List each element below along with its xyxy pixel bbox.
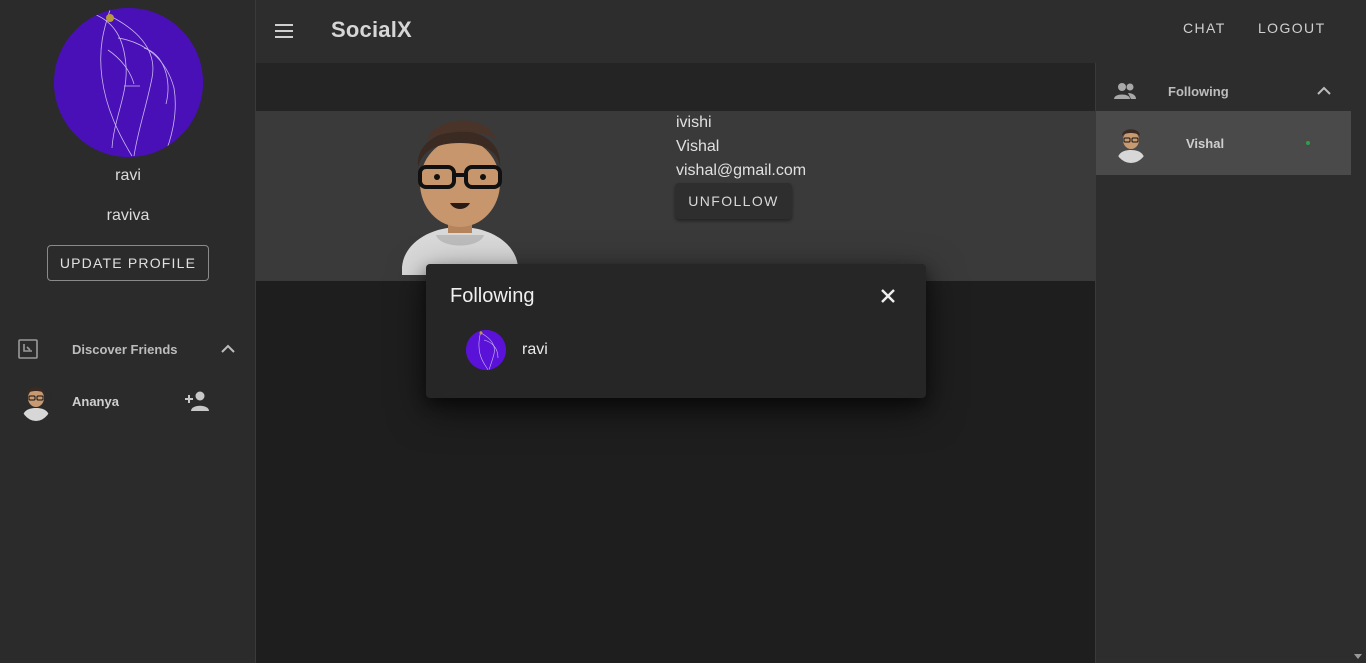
dialog-user-avatar [466,330,506,370]
scrollbar[interactable] [1351,63,1366,663]
people-icon [1114,83,1136,99]
discover-friend-item[interactable]: Ananya [0,377,256,425]
update-profile-button[interactable]: UPDATE PROFILE [47,245,209,281]
following-dialog: Following ravi [426,264,926,398]
user-avatar[interactable] [54,8,203,157]
chat-button[interactable]: CHAT [1183,20,1226,36]
menu-icon[interactable] [274,21,294,41]
discover-friends-icon [18,339,38,359]
avatar-sketch-image [54,8,203,157]
following-avatar [1114,123,1148,163]
user-name: ravi [115,167,141,184]
following-panel-title: Following [1168,83,1229,99]
brand-logo-text[interactable]: SocialX [331,17,412,43]
following-item[interactable]: Vishal [1096,111,1352,175]
dialog-user-name: ravi [522,341,548,358]
left-sidebar: ravi raviva UPDATE PROFILE Discover Frie… [0,0,256,663]
right-panel: Following Vishal [1095,63,1352,663]
close-icon[interactable] [876,284,900,308]
chevron-up-icon[interactable] [1314,81,1334,101]
add-friend-icon[interactable] [184,390,210,412]
friend-name: Ananya [72,393,119,409]
dialog-list-item[interactable]: ravi [466,330,906,370]
discover-friends-header[interactable]: Discover Friends [0,329,256,369]
discover-friends-title: Discover Friends [72,341,178,357]
top-app-bar: SocialX CHAT LOGOUT [256,0,1366,63]
logout-button[interactable]: LOGOUT [1258,20,1326,36]
user-handle: raviva [106,207,150,224]
online-status-indicator [1306,141,1310,145]
dialog-title: Following [450,285,535,307]
friend-avatar [20,381,52,421]
following-panel-header[interactable]: Following [1096,71,1352,111]
chevron-up-icon[interactable] [218,339,238,359]
following-name: Vishal [1186,135,1225,151]
scroll-down-arrow-icon[interactable] [1354,654,1362,659]
app-root: ravi raviva UPDATE PROFILE Discover Frie… [0,0,1366,663]
